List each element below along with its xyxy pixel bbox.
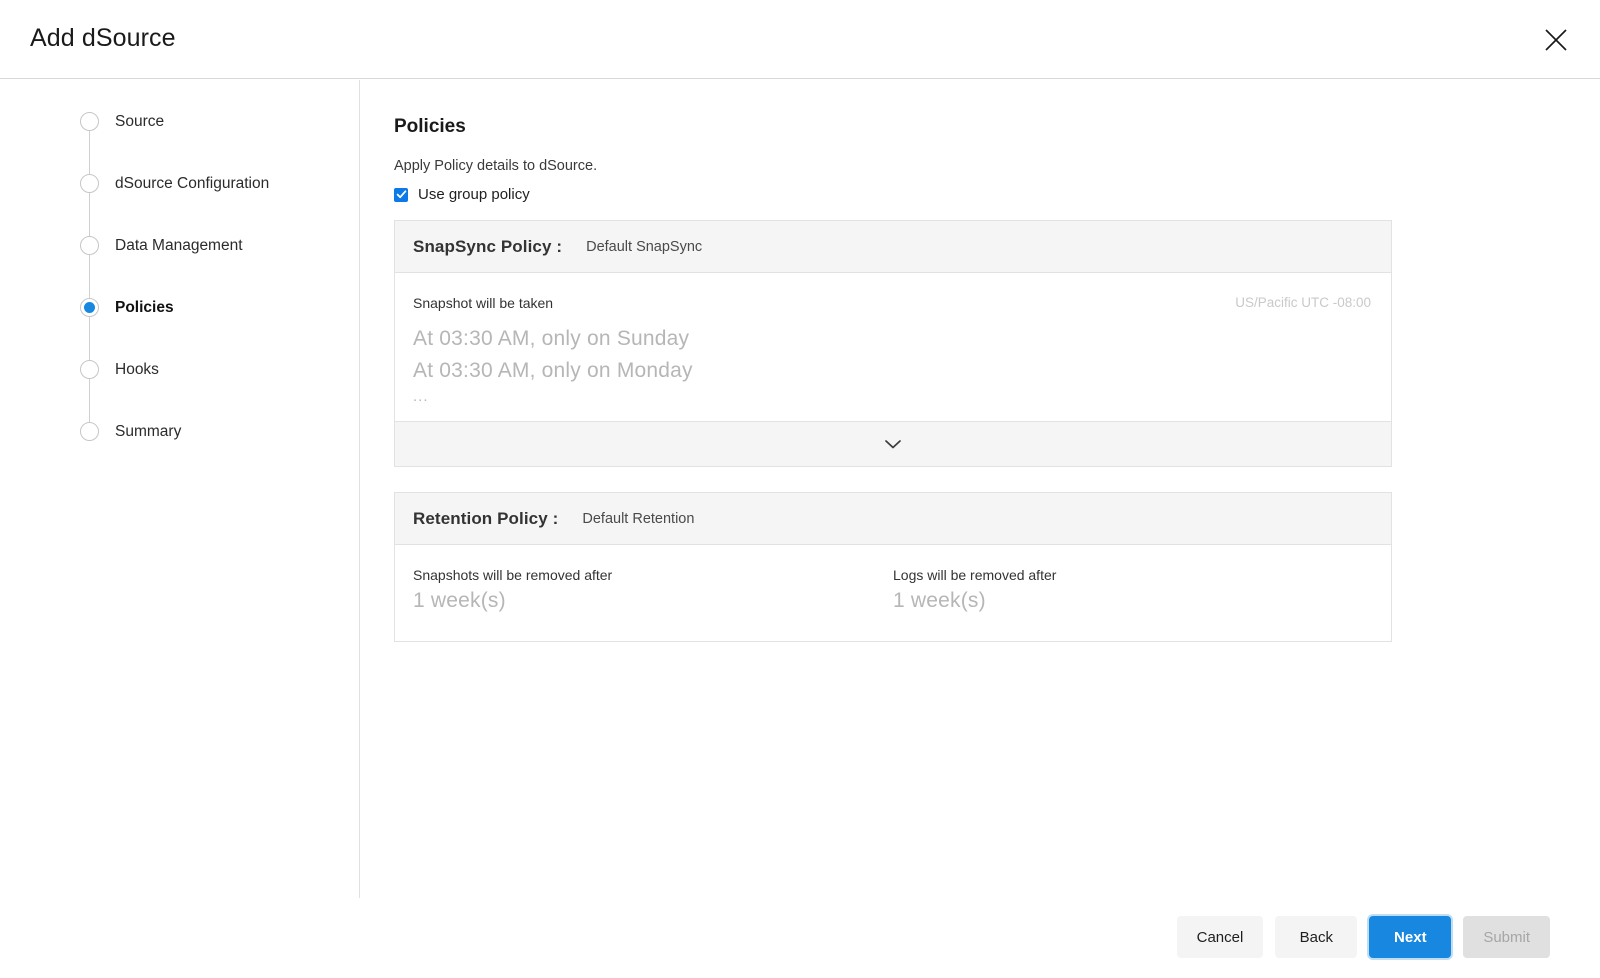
sidebar-item-label: Source (115, 112, 164, 131)
dialog-footer: Cancel Back Next Submit (0, 898, 1600, 978)
sidebar-item-hooks[interactable]: Hooks (80, 360, 350, 422)
retention-logs-column: Logs will be removed after 1 week(s) (893, 567, 1373, 623)
retention-value: 1 week(s) (413, 589, 893, 613)
cancel-button[interactable]: Cancel (1177, 916, 1264, 958)
sidebar-item-data-management[interactable]: Data Management (80, 236, 350, 298)
snapsync-policy-label: SnapSync Policy : (413, 237, 562, 257)
snapsync-policy-value: Default SnapSync (586, 239, 702, 255)
sidebar-item-label: Summary (115, 422, 181, 441)
snapsync-card-header: SnapSync Policy : Default SnapSync (395, 221, 1391, 273)
snapsync-policy-card: SnapSync Policy : Default SnapSync Snaps… (394, 220, 1392, 467)
sidebar-item-summary[interactable]: Summary (80, 422, 350, 484)
timezone-label: US/Pacific UTC -08:00 (1235, 295, 1371, 310)
retention-caption: Snapshots will be removed after (413, 567, 893, 583)
use-group-policy-label: Use group policy (418, 186, 530, 203)
schedule-line: At 03:30 AM, only on Monday (413, 355, 1373, 387)
sidebar-item-source[interactable]: Source (80, 112, 350, 174)
retention-card-header: Retention Policy : Default Retention (395, 493, 1391, 545)
step-bullet-icon (80, 112, 99, 131)
schedule-list: At 03:30 AM, only on Sunday At 03:30 AM,… (413, 323, 1373, 405)
schedule-line: At 03:30 AM, only on Sunday (413, 323, 1373, 355)
retention-policy-card: Retention Policy : Default Retention Sna… (394, 492, 1392, 642)
page-title: Add dSource (30, 24, 176, 53)
use-group-policy-row[interactable]: Use group policy (394, 186, 530, 203)
chevron-down-icon (883, 438, 903, 450)
dialog-header: Add dSource (0, 0, 1600, 79)
policies-panel: Policies Apply Policy details to dSource… (361, 80, 1600, 898)
section-subtitle: Apply Policy details to dSource. (394, 158, 597, 174)
retention-card-body: Snapshots will be removed after 1 week(s… (395, 545, 1391, 641)
step-bullet-icon (80, 174, 99, 193)
section-title: Policies (394, 116, 466, 138)
step-bullet-icon (80, 422, 99, 441)
step-bullet-icon (80, 360, 99, 379)
retention-policy-value: Default Retention (582, 511, 694, 527)
wizard-stepper: Source dSource Configuration Data Manage… (80, 112, 350, 484)
sidebar-item-label: Policies (115, 298, 174, 317)
sidebar-item-label: Data Management (115, 236, 243, 255)
step-bullet-active-icon (80, 298, 99, 317)
add-dsource-dialog: Add dSource Source dSource Configuration (0, 0, 1600, 978)
retention-value: 1 week(s) (893, 589, 1373, 613)
schedule-more-ellipsis: ... (413, 389, 1373, 405)
checkmark-icon (396, 189, 407, 200)
wizard-sidebar: Source dSource Configuration Data Manage… (0, 80, 360, 898)
sidebar-item-label: Hooks (115, 360, 159, 379)
sidebar-item-dsource-configuration[interactable]: dSource Configuration (80, 174, 350, 236)
next-button[interactable]: Next (1369, 916, 1451, 958)
snapsync-card-body: Snapshot will be taken US/Pacific UTC -0… (395, 273, 1391, 421)
use-group-policy-checkbox[interactable] (394, 188, 408, 202)
step-bullet-icon (80, 236, 99, 255)
retention-policy-label: Retention Policy : (413, 509, 558, 529)
retention-caption: Logs will be removed after (893, 567, 1373, 583)
footer-button-group: Cancel Back Next Submit (1177, 916, 1550, 958)
close-button[interactable] (1536, 20, 1576, 60)
sidebar-item-policies[interactable]: Policies (80, 298, 350, 360)
back-button[interactable]: Back (1275, 916, 1357, 958)
close-icon (1543, 27, 1569, 53)
sidebar-item-label: dSource Configuration (115, 174, 269, 193)
retention-snapshots-column: Snapshots will be removed after 1 week(s… (413, 567, 893, 623)
snapsync-expand-button[interactable] (395, 421, 1391, 466)
snapshot-caption: Snapshot will be taken (413, 295, 1373, 311)
submit-button: Submit (1463, 916, 1550, 958)
